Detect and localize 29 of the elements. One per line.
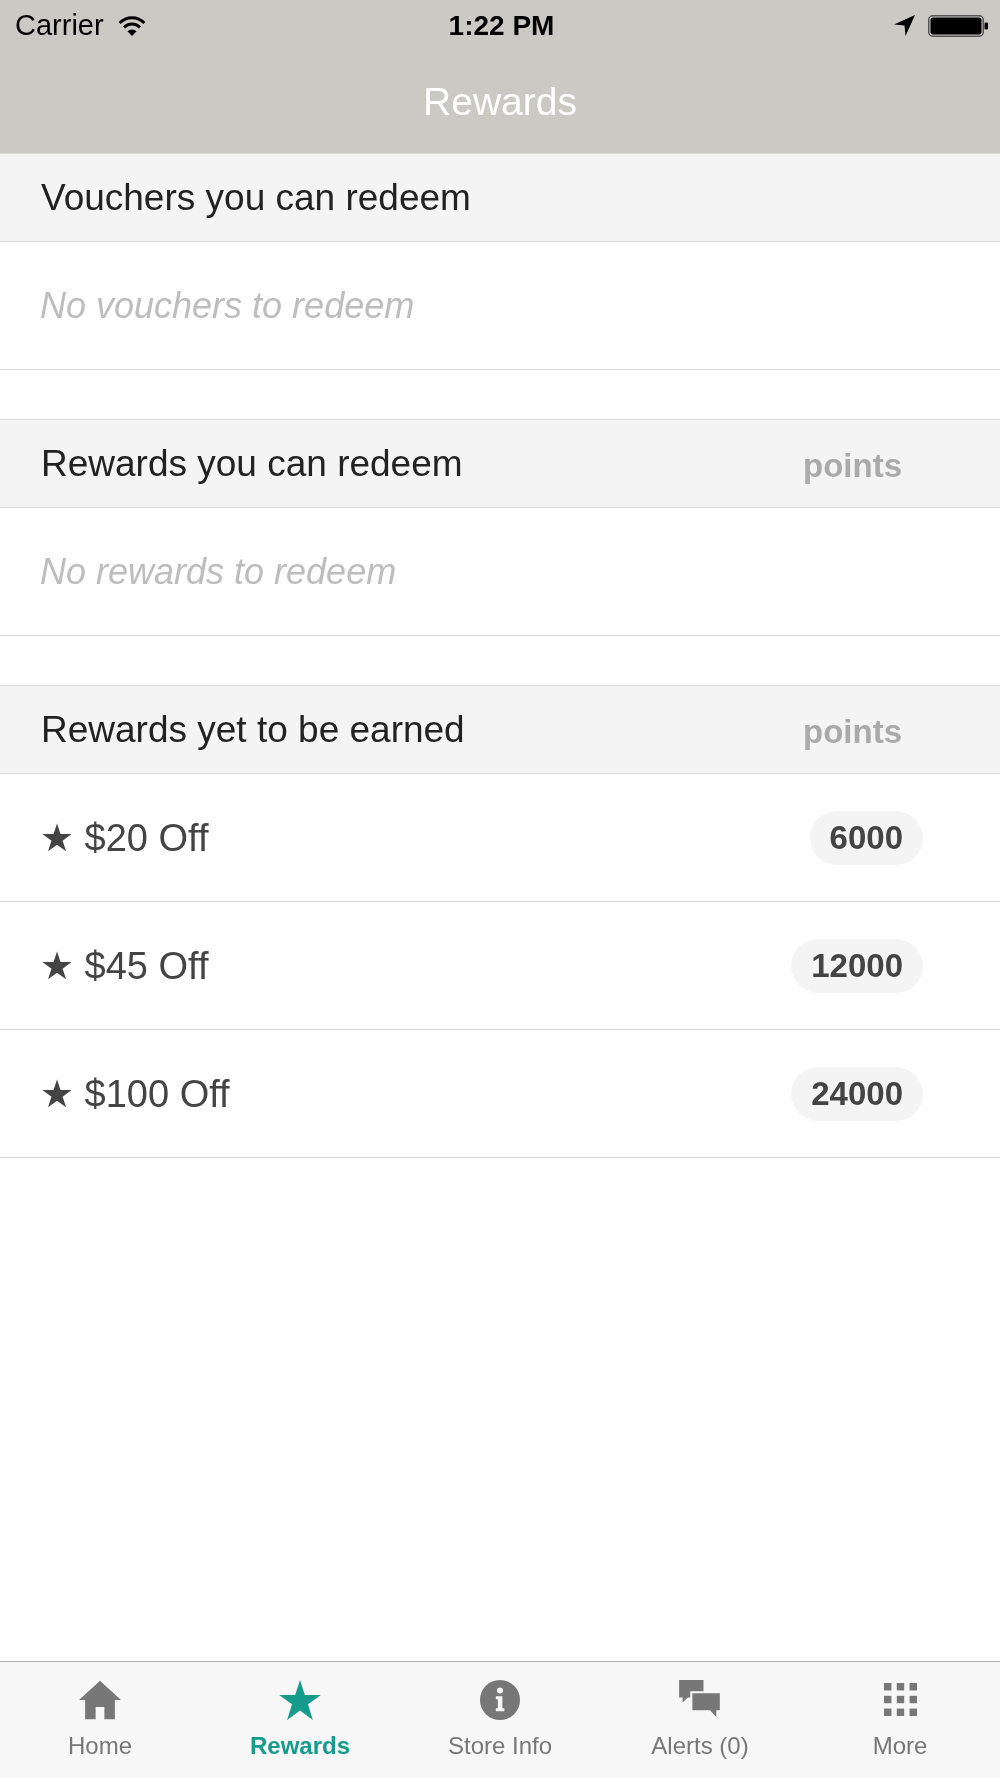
- carrier-label: Carrier: [15, 9, 104, 42]
- section-title: Rewards you can redeem: [41, 442, 463, 485]
- tab[interactable]: Rewards: [200, 1662, 400, 1778]
- wifi-icon: [117, 15, 146, 36]
- points-column-label: points: [803, 445, 902, 485]
- points-badge: 6000: [809, 810, 923, 865]
- points-badge: 12000: [791, 938, 923, 993]
- reward-name: ★ $45 Off: [40, 943, 209, 988]
- home-icon: [79, 1680, 121, 1720]
- info-icon: [479, 1680, 521, 1720]
- tab[interactable]: Alerts (0): [600, 1662, 800, 1778]
- nav-title: Rewards: [423, 80, 577, 124]
- chat-bubbles-icon: [679, 1680, 721, 1720]
- reward-name: ★ $100 Off: [40, 1071, 230, 1116]
- points-badge: 24000: [791, 1066, 923, 1121]
- section-title: Rewards yet to be earned: [41, 708, 465, 751]
- reward-name: ★ $20 Off: [40, 815, 209, 860]
- grid-icon: [883, 1683, 917, 1716]
- tab[interactable]: Home: [0, 1662, 200, 1778]
- location-arrow-icon: [894, 15, 915, 36]
- battery-icon: [928, 14, 988, 37]
- points-column-label: points: [803, 711, 902, 751]
- section-title: Vouchers you can redeem: [41, 176, 471, 219]
- tab[interactable]: Store Info: [400, 1662, 600, 1778]
- status-time: 1:22 PM: [448, 9, 555, 42]
- tab[interactable]: More: [800, 1662, 1000, 1778]
- empty-message: No vouchers to redeem: [40, 284, 415, 327]
- star-icon: [279, 1680, 321, 1720]
- empty-message: No rewards to redeem: [40, 550, 397, 593]
